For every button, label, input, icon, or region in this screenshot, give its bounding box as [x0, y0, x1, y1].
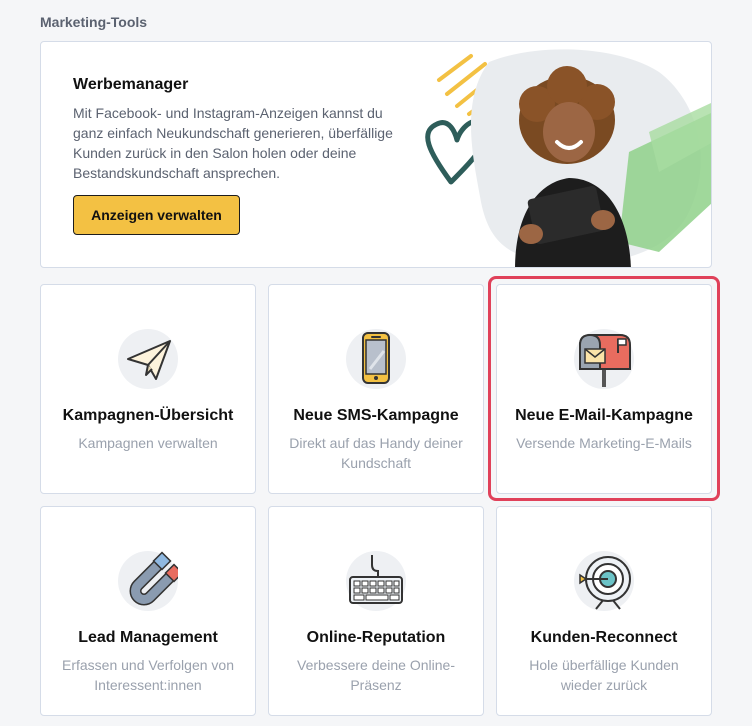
card-subtitle: Direkt auf das Handy deiner Kundschaft [289, 435, 463, 471]
paper-plane-icon [118, 329, 178, 389]
card-subtitle: Versende Marketing-E-Mails [516, 435, 692, 451]
keyboard-icon [346, 551, 406, 611]
smartphone-icon [346, 329, 406, 389]
mailbox-icon [574, 329, 634, 389]
card-title: Kampagnen-Übersicht [62, 407, 234, 424]
woman-with-tablet-illustration [425, 49, 711, 267]
card-subtitle: Kampagnen verwalten [78, 435, 218, 451]
target-icon [574, 551, 634, 611]
promo-description: Mit Facebook- und Instagram-Anzeigen kan… [73, 105, 393, 181]
card-subtitle: Verbessere deine Online-Präsenz [297, 657, 455, 693]
card-title: Neue E-Mail-Kampagne [515, 407, 693, 424]
card-lead-management[interactable]: Lead Management Erfassen und Verfolgen v… [40, 506, 256, 716]
section-title: Marketing-Tools [40, 14, 148, 30]
card-title: Neue SMS-Kampagne [293, 407, 459, 424]
manage-ads-button[interactable]: Anzeigen verwalten [73, 195, 240, 235]
card-subtitle: Erfassen und Verfolgen von Interessent:i… [61, 657, 234, 693]
card-title: Lead Management [78, 629, 218, 646]
card-campaign-overview[interactable]: Kampagnen-Übersicht Kampagnen verwalten [40, 284, 256, 494]
promo-title: Werbemanager [73, 76, 189, 93]
magnet-icon [118, 551, 178, 611]
card-title: Kunden-Reconnect [530, 629, 678, 646]
werbemanager-card: Werbemanager Mit Facebook- und Instagram… [40, 41, 712, 268]
card-new-email-campaign[interactable]: Neue E-Mail-Kampagne Versende Marketing-… [496, 284, 712, 494]
card-customer-reconnect[interactable]: Kunden-Reconnect Hole überfällige Kunden… [496, 506, 712, 716]
card-subtitle: Hole überfällige Kunden wieder zurück [529, 657, 679, 693]
card-title: Online-Reputation [306, 629, 446, 646]
card-online-reputation[interactable]: Online-Reputation Verbessere deine Onlin… [268, 506, 484, 716]
card-new-sms-campaign[interactable]: Neue SMS-Kampagne Direkt auf das Handy d… [268, 284, 484, 494]
